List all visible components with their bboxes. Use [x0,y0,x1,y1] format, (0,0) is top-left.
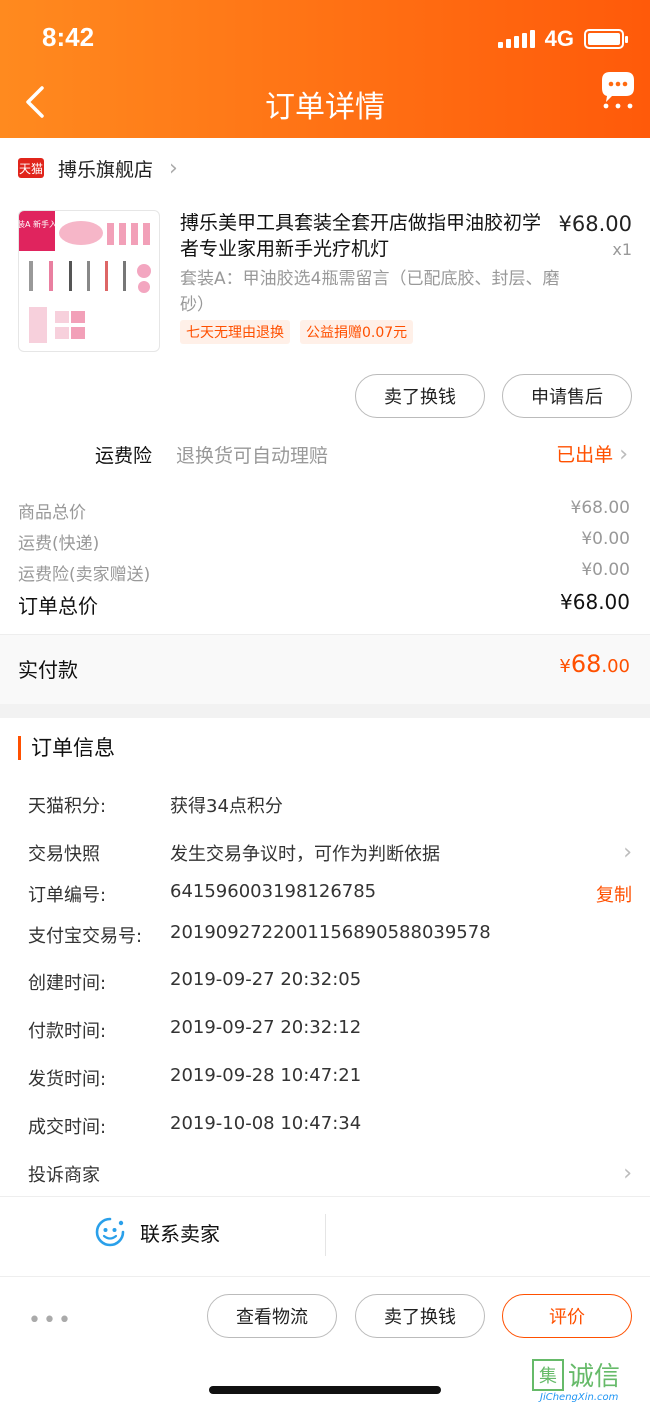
chevron-right-icon: › [623,1161,632,1186]
paid-label: 实付款 [18,658,78,682]
contact-seller-label: 联系卖家 [140,1221,220,1246]
watermark-logo-icon: 集 [532,1358,564,1391]
divider [0,1196,650,1197]
order-total-label: 订单总价 [18,594,98,618]
price-row: 商品总价 ¥68.00 [18,498,630,523]
page-title: 订单详情 [265,90,385,125]
price-label: 运费(快递) [18,534,100,554]
info-key: 交易快照 [28,844,100,865]
product-quantity: x1 [612,240,632,259]
divider [325,1214,326,1256]
info-row-completed: 成交时间: 2019-10-08 10:47:34 [28,1113,632,1139]
info-row-points: 天猫积分: 获得34点积分 [28,792,632,818]
info-value: 2019-09-28 10:47:21 [170,1065,362,1086]
paid-decimal: .00 [601,656,630,677]
price-row: 运费险(卖家赠送) ¥0.00 [18,560,630,585]
complain-seller-row[interactable]: 投诉商家 › [28,1161,632,1187]
after-sale-button[interactable]: 申请售后 [502,374,632,418]
tag-return: 七天无理由退换 [180,320,290,344]
paid-currency: ¥ [559,656,571,677]
paid-value: ¥68.00 [559,650,630,678]
info-key: 发货时间: [28,1069,107,1090]
price-value: ¥0.00 [581,529,630,549]
info-row-alipay: 支付宝交易号: 2019092722001156890588039578 [28,922,632,948]
product-tags: 七天无理由退换 公益捐赠0.07元 [180,320,414,344]
network-type: 4G [544,26,574,51]
sell-button[interactable]: 卖了换钱 [355,374,485,418]
price-value: ¥68.00 [570,498,630,518]
info-key: 付款时间: [28,1021,107,1042]
app-header: 8:42 4G 订单详情 [0,0,650,138]
copy-button[interactable]: 复制 [596,881,632,907]
info-row-order-no: 订单编号: 641596003198126785 复制 [28,881,632,907]
order-total-row: 订单总价 ¥68.00 [18,590,630,619]
info-row-shipped: 发货时间: 2019-09-28 10:47:21 [28,1065,632,1091]
info-key: 投诉商家 [28,1165,100,1186]
section-gap [0,704,650,718]
signal-icon [497,30,535,48]
product-price: ¥68.00 [558,212,632,236]
freight-insurance-desc: 退换货可自动理赔 [176,445,329,467]
price-label: 商品总价 [18,503,86,523]
paid-section [0,634,650,704]
info-key: 天猫积分: [28,796,107,817]
store-name: 搏乐旗舰店 [58,158,154,181]
info-value: 641596003198126785 [170,881,377,902]
sell-button-bottom[interactable]: 卖了换钱 [355,1294,485,1338]
price-value: ¥0.00 [581,560,630,580]
view-logistics-button[interactable]: 查看物流 [207,1294,337,1338]
price-label: 运费险(卖家赠送) [18,565,151,585]
product-title[interactable]: 搏乐美甲工具套装全套开店做指甲油胶初学者专业家用新手光疗机灯 [180,210,542,262]
price-row: 运费(快递) ¥0.00 [18,529,630,554]
info-value: 发生交易争议时，可作为判断依据 [170,844,440,865]
info-key: 订单编号: [28,885,107,906]
info-row-paid: 付款时间: 2019-09-27 20:32:12 [28,1017,632,1043]
product-sku: 套装A：甲油胶选4瓶需留言（已配底胶、封层、磨砂） [180,269,560,315]
tmall-icon: 天猫 [18,158,44,178]
watermark-sub: JiChengXin.com [540,1392,619,1403]
info-value: 获得34点积分 [170,796,283,817]
info-key: 创建时间: [28,973,107,994]
info-value: 2019-10-08 10:47:34 [170,1113,362,1134]
contact-seller-icon [95,1217,125,1247]
info-value: 2019-09-27 20:32:05 [170,969,362,990]
chevron-right-icon: › [619,442,628,467]
paid-integer: 68 [570,650,602,678]
product-image[interactable]: 套装A 新手入门 [18,210,160,352]
battery-icon [584,29,628,49]
info-key: 支付宝交易号: [28,926,143,947]
watermark-text: 诚信 [568,1362,621,1392]
more-icon[interactable]: ••• [28,1308,73,1333]
message-icon[interactable] [598,68,638,110]
freight-insurance-status-text: 已出单 [556,444,614,466]
watermark: 集 诚信 [532,1356,620,1393]
order-info-title: 订单信息 [18,736,115,760]
freight-insurance-label: 运费险 [95,445,153,467]
chevron-right-icon: › [169,155,178,181]
product-image-label: 套装A 新手入门 [19,219,65,229]
store-link[interactable]: 天猫 搏乐旗舰店 › [18,148,178,188]
info-row-snapshot[interactable]: 交易快照 发生交易争议时，可作为判断依据 › [28,840,632,866]
status-time: 8:42 [42,22,95,52]
info-value: 2019-09-27 20:32:12 [170,1017,362,1038]
freight-insurance-status[interactable]: 已出单 › [556,440,628,467]
info-key: 成交时间: [28,1117,107,1138]
order-total-value: ¥68.00 [560,590,630,614]
home-indicator[interactable] [209,1386,441,1394]
info-row-created: 创建时间: 2019-09-27 20:32:05 [28,969,632,995]
chevron-right-icon: › [623,840,632,865]
status-indicators: 4G [497,26,628,52]
info-value: 2019092722001156890588039578 [170,922,491,943]
review-button[interactable]: 评价 [502,1294,632,1338]
contact-seller-button[interactable]: 联系卖家 [94,1216,220,1248]
tag-charity: 公益捐赠0.07元 [300,320,414,344]
